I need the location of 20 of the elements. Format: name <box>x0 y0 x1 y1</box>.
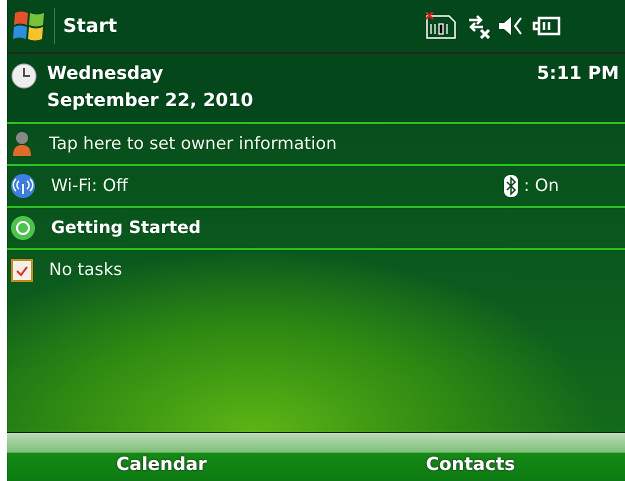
soft-key-button[interactable]: Contacts <box>316 433 625 481</box>
tasks-text[interactable]: No tasks <box>49 260 122 280</box>
soft-key-button[interactable]: Calendar <box>7 433 316 481</box>
day-text[interactable]: Wednesday <box>47 60 254 87</box>
battery-icon[interactable] <box>531 15 561 37</box>
person-icon <box>11 131 33 157</box>
windows-flag-icon[interactable] <box>12 9 46 43</box>
time-text[interactable]: 5:11 PM <box>536 60 619 87</box>
bluetooth-icon <box>504 175 518 197</box>
wifi-status[interactable]: Wi-Fi: Off <box>51 176 128 196</box>
ring-icon <box>11 216 35 240</box>
clock-icon <box>11 63 37 89</box>
antenna-icon <box>11 174 35 198</box>
date-text[interactable]: September 22, 2010 <box>47 87 254 114</box>
owner-info-link[interactable]: Tap here to set owner information <box>49 134 337 154</box>
sim-card-icon[interactable] <box>425 12 457 40</box>
start-label[interactable]: Start <box>63 15 118 37</box>
bluetooth-status[interactable]: : On <box>524 176 559 196</box>
getting-started-link[interactable]: Getting Started <box>51 218 201 238</box>
clipboard-icon <box>11 258 33 282</box>
